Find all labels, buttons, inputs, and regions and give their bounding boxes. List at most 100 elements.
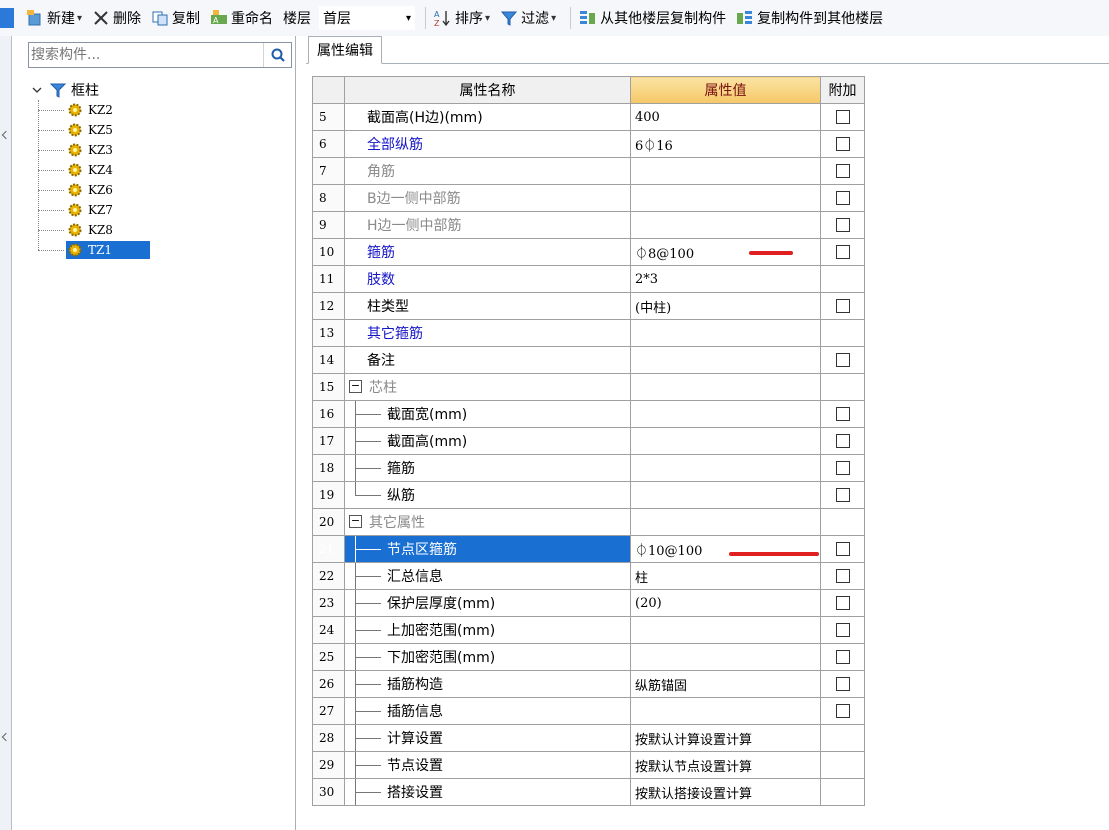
property-row[interactable]: 22 汇总信息 柱	[312, 562, 865, 590]
property-row[interactable]: 21 节点区箍筋 ⏀10@100	[312, 535, 865, 563]
property-value-cell[interactable]	[630, 427, 821, 455]
attach-checkbox[interactable]	[835, 461, 850, 475]
property-value-cell[interactable]	[630, 211, 821, 239]
attach-checkbox[interactable]	[835, 434, 850, 448]
property-name-cell[interactable]: 全部纵筋	[344, 130, 631, 158]
property-name-cell[interactable]: 上加密范围(mm)	[344, 616, 631, 644]
attach-checkbox[interactable]	[835, 542, 850, 556]
property-row[interactable]: 11 肢数 2*3	[312, 265, 865, 293]
property-name-cell[interactable]: 计算设置	[344, 724, 631, 752]
property-row[interactable]: 30 搭接设置 按默认搭接设置计算	[312, 778, 865, 806]
property-value-cell[interactable]: 400	[630, 103, 821, 131]
property-row[interactable]: 7 角筋	[312, 157, 865, 185]
property-value-cell[interactable]: 2*3	[630, 265, 821, 293]
attach-checkbox[interactable]	[835, 704, 850, 718]
property-row[interactable]: 5 截面高(H边)(mm) 400	[312, 103, 865, 131]
header-value[interactable]: 属性值	[630, 76, 821, 104]
attach-checkbox[interactable]	[835, 569, 850, 583]
property-value-cell[interactable]	[630, 616, 821, 644]
property-name-cell[interactable]: 柱类型	[344, 292, 631, 320]
property-value-cell[interactable]: (20)	[630, 589, 821, 617]
attach-checkbox[interactable]	[835, 299, 850, 313]
attach-checkbox[interactable]	[835, 110, 850, 124]
property-name-cell[interactable]: 保护层厚度(mm)	[344, 589, 631, 617]
property-name-cell[interactable]: 下加密范围(mm)	[344, 643, 631, 671]
attach-checkbox[interactable]	[835, 623, 850, 637]
property-name-cell[interactable]: 纵筋	[344, 481, 631, 509]
property-row[interactable]: 12 柱类型 (中柱)	[312, 292, 865, 320]
property-value-cell[interactable]	[630, 481, 821, 509]
floor-select[interactable]: 首层 ▾	[319, 6, 416, 30]
chevron-left-icon[interactable]	[1, 130, 11, 140]
chevron-left-icon[interactable]	[1, 732, 11, 742]
property-name-cell[interactable]: 箍筋	[344, 454, 631, 482]
property-value-cell[interactable]	[630, 157, 821, 185]
property-value-cell[interactable]	[630, 697, 821, 725]
attach-checkbox[interactable]	[835, 137, 850, 151]
property-value-cell[interactable]	[630, 373, 821, 401]
property-value-cell[interactable]	[630, 184, 821, 212]
tree-item[interactable]: KZ2	[30, 100, 290, 120]
copy-button[interactable]: 复制	[149, 3, 202, 33]
property-value-cell[interactable]	[630, 454, 821, 482]
property-row[interactable]: 13 其它箍筋	[312, 319, 865, 347]
collapse-toggle-icon[interactable]: −	[349, 515, 362, 528]
property-name-cell[interactable]: 节点区箍筋	[344, 535, 631, 563]
attach-checkbox[interactable]	[835, 488, 850, 502]
search-input[interactable]	[29, 43, 261, 67]
property-value-cell[interactable]: 按默认计算设置计算	[630, 724, 821, 752]
property-row[interactable]: 15− 芯柱	[312, 373, 865, 401]
new-button[interactable]: 新建 ▾	[24, 3, 84, 33]
property-name-cell[interactable]: 角筋	[344, 157, 631, 185]
property-value-cell[interactable]	[630, 400, 821, 428]
property-name-cell[interactable]: H边一侧中部筋	[344, 211, 631, 239]
copy-to-other-floor-button[interactable]: 复制构件到其他楼层	[734, 3, 885, 33]
copy-from-other-floor-button[interactable]: 从其他楼层复制构件	[577, 3, 728, 33]
header-extra[interactable]: 附加	[820, 76, 865, 104]
property-row[interactable]: 14 备注	[312, 346, 865, 374]
property-name-cell[interactable]: 节点设置	[344, 751, 631, 779]
property-row[interactable]: 24 上加密范围(mm)	[312, 616, 865, 644]
property-row[interactable]: 10 箍筋 ⏀8@100	[312, 238, 865, 266]
attach-checkbox[interactable]	[835, 245, 850, 259]
property-name-cell[interactable]: 肢数	[344, 265, 631, 293]
property-value-cell[interactable]: 纵筋锚固	[630, 670, 821, 698]
property-row[interactable]: 8 B边一侧中部筋	[312, 184, 865, 212]
property-value-cell[interactable]	[630, 643, 821, 671]
attach-checkbox[interactable]	[835, 407, 850, 421]
property-name-cell[interactable]: 插筋信息	[344, 697, 631, 725]
tree-item[interactable]: KZ6	[30, 180, 290, 200]
property-row[interactable]: 17 截面高(mm)	[312, 427, 865, 455]
attach-checkbox[interactable]	[835, 191, 850, 205]
property-row[interactable]: 16 截面宽(mm)	[312, 400, 865, 428]
property-name-cell[interactable]: − 其它属性	[344, 508, 631, 536]
property-value-cell[interactable]: ⏀8@100	[630, 238, 821, 266]
property-row[interactable]: 23 保护层厚度(mm) (20)	[312, 589, 865, 617]
tab-property-edit[interactable]: 属性编辑	[308, 36, 382, 64]
tree-item[interactable]: KZ8	[30, 220, 290, 240]
property-row[interactable]: 6 全部纵筋 6⏀16	[312, 130, 865, 158]
rename-button[interactable]: A 重命名	[208, 3, 275, 33]
property-row[interactable]: 20− 其它属性	[312, 508, 865, 536]
property-name-cell[interactable]: − 芯柱	[344, 373, 631, 401]
delete-button[interactable]: 删除	[90, 3, 143, 33]
property-name-cell[interactable]: 备注	[344, 346, 631, 374]
property-row[interactable]: 28 计算设置 按默认计算设置计算	[312, 724, 865, 752]
chevron-down-icon[interactable]	[30, 83, 44, 97]
attach-checkbox[interactable]	[835, 353, 850, 367]
attach-checkbox[interactable]	[835, 650, 850, 664]
filter-button[interactable]: 过滤 ▾	[498, 3, 558, 33]
attach-checkbox[interactable]	[835, 218, 850, 232]
property-row[interactable]: 18 箍筋	[312, 454, 865, 482]
property-name-cell[interactable]: 截面宽(mm)	[344, 400, 631, 428]
property-name-cell[interactable]: 截面高(H边)(mm)	[344, 103, 631, 131]
property-value-cell[interactable]: 柱	[630, 562, 821, 590]
property-row[interactable]: 25 下加密范围(mm)	[312, 643, 865, 671]
attach-checkbox[interactable]	[835, 596, 850, 610]
panel-collapse-button[interactable]	[0, 8, 14, 28]
property-name-cell[interactable]: 汇总信息	[344, 562, 631, 590]
sort-button[interactable]: AZ 排序 ▾	[432, 3, 492, 33]
property-row[interactable]: 19 纵筋	[312, 481, 865, 509]
property-row[interactable]: 26 插筋构造 纵筋锚固	[312, 670, 865, 698]
property-name-cell[interactable]: B边一侧中部筋	[344, 184, 631, 212]
